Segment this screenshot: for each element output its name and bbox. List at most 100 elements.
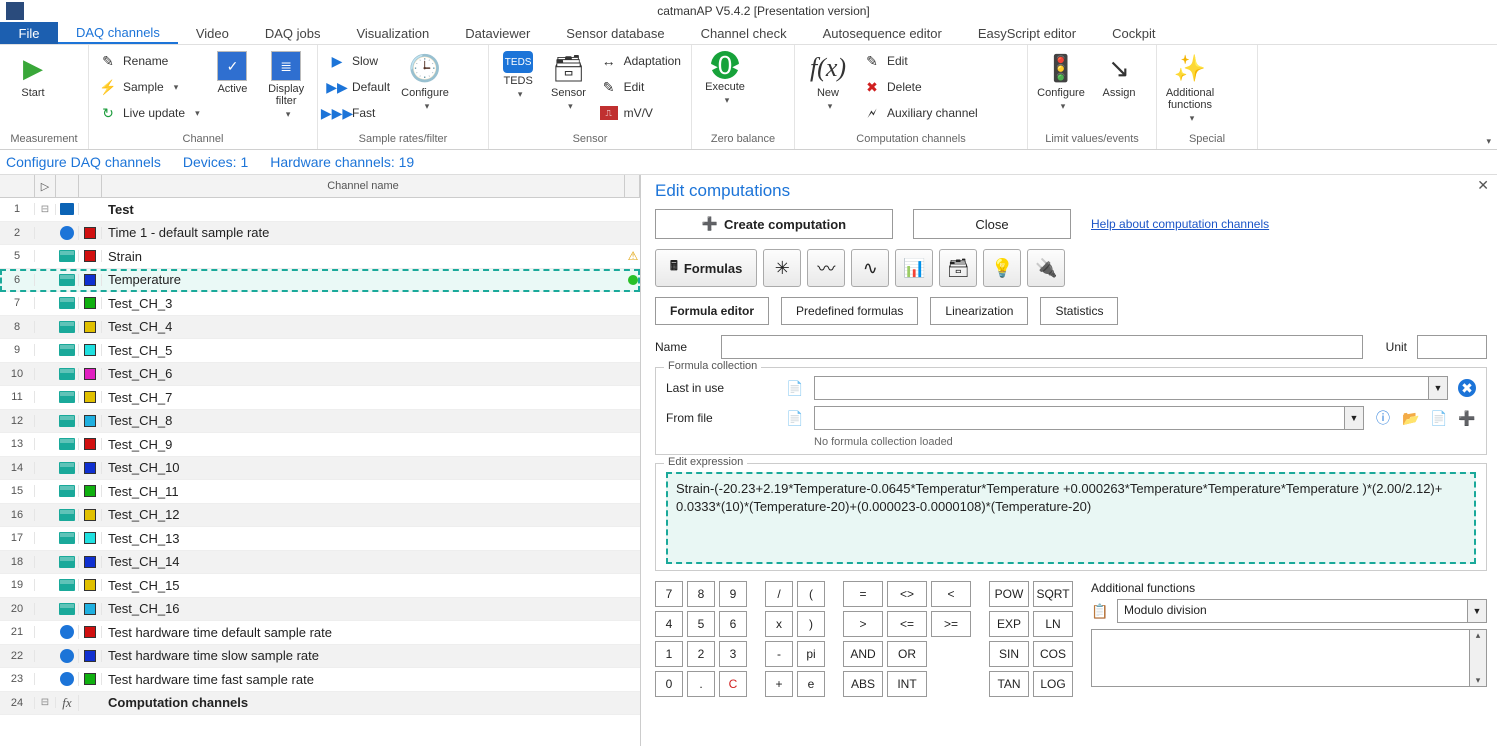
ribbon-collapse[interactable]: ▾ xyxy=(1486,136,1491,147)
cat-class[interactable]: 📊 xyxy=(895,249,933,287)
active-button[interactable]: ✓Active xyxy=(208,47,258,95)
live-update-button[interactable]: ↻Live update xyxy=(95,101,204,125)
tab-autosequence-editor[interactable]: Autosequence editor xyxy=(805,22,960,44)
channel-row[interactable]: 22Test hardware time slow sample rate xyxy=(0,645,640,669)
channel-row[interactable]: 8Test_CH_4 xyxy=(0,316,640,340)
tab-sensor-database[interactable]: Sensor database xyxy=(548,22,682,44)
key-e[interactable]: e xyxy=(797,671,825,697)
key-SIN[interactable]: SIN xyxy=(989,641,1029,667)
key-COS[interactable]: COS xyxy=(1033,641,1073,667)
comp-delete-button[interactable]: ✖Delete xyxy=(859,75,982,99)
channel-row[interactable]: 1⊟Test xyxy=(0,198,640,222)
key-x[interactable]: x xyxy=(765,611,793,637)
af-combo[interactable]: Modulo division▼ xyxy=(1117,599,1487,623)
key->=[interactable]: >= xyxy=(931,611,971,637)
key-INT[interactable]: INT xyxy=(887,671,927,697)
formulas-cat[interactable]: 🖩Formulas xyxy=(655,249,757,287)
channel-row[interactable]: 5Strain⚠ xyxy=(0,245,640,269)
doc-icon[interactable]: 📄 xyxy=(786,409,804,427)
configure-link[interactable]: Configure DAQ channels xyxy=(6,154,161,170)
sensor-button[interactable]: 🗃Sensor xyxy=(545,47,591,112)
rename-button[interactable]: ✎Rename xyxy=(95,49,204,73)
additional-functions[interactable]: ✨Additional functions xyxy=(1163,47,1217,124)
key-+[interactable]: + xyxy=(765,671,793,697)
close-icon[interactable]: ✕ xyxy=(1477,177,1489,194)
teds-button[interactable]: TEDSTEDS xyxy=(495,47,541,100)
doc-icon[interactable]: 📄 xyxy=(786,379,804,397)
channel-row[interactable]: 6Temperature xyxy=(0,269,640,293)
aux-channel-button[interactable]: 🗲Auxiliary channel xyxy=(859,101,982,125)
key-7[interactable]: 7 xyxy=(655,581,683,607)
tab-channel-check[interactable]: Channel check xyxy=(683,22,805,44)
key-<=[interactable]: <= xyxy=(887,611,927,637)
slow-rate[interactable]: ▶Slow xyxy=(324,49,394,73)
create-computation-button[interactable]: ➕Create computation xyxy=(655,209,893,239)
channel-row[interactable]: 13Test_CH_9 xyxy=(0,433,640,457)
key-0[interactable]: 0 xyxy=(655,671,683,697)
channel-row[interactable]: 24⊟fxComputation channels xyxy=(0,692,640,716)
channel-row[interactable]: 7Test_CH_3 xyxy=(0,292,640,316)
configure-rates[interactable]: 🕒Configure xyxy=(398,47,452,112)
new-comp-button[interactable]: f(x)New xyxy=(801,47,855,112)
channel-row[interactable]: 20Test_CH_16 xyxy=(0,598,640,622)
last-in-use-combo[interactable]: ▼ xyxy=(814,376,1448,400)
name-input[interactable] xyxy=(721,335,1363,359)
formula-tab-predefined-formulas[interactable]: Predefined formulas xyxy=(781,297,918,325)
col-channel-name[interactable]: Channel name xyxy=(102,175,625,197)
key-<[interactable]: < xyxy=(931,581,971,607)
scrollbar[interactable]: ▴▾ xyxy=(1469,630,1486,686)
expression-editor[interactable]: Strain-(-20.23+2.19*Temperature-0.0645*T… xyxy=(666,472,1476,564)
close-button[interactable]: Close xyxy=(913,209,1071,239)
help-link[interactable]: Help about computation channels xyxy=(1091,217,1269,231)
channel-row[interactable]: 23Test hardware time fast sample rate xyxy=(0,668,640,692)
formula-tab-statistics[interactable]: Statistics xyxy=(1040,297,1118,325)
display-filter-button[interactable]: ≣Display filter xyxy=(261,47,311,120)
key-2[interactable]: 2 xyxy=(687,641,715,667)
key-=[interactable]: = xyxy=(843,581,883,607)
sensor-edit-button[interactable]: ✎Edit xyxy=(596,75,685,99)
key-TAN[interactable]: TAN xyxy=(989,671,1029,697)
tab-daq-channels[interactable]: DAQ channels xyxy=(58,22,178,44)
tab-cockpit[interactable]: Cockpit xyxy=(1094,22,1173,44)
cat-tips[interactable]: 💡 xyxy=(983,249,1021,287)
key-AND[interactable]: AND xyxy=(843,641,883,667)
cat-sensor[interactable]: 🗃 xyxy=(939,249,977,287)
key-8[interactable]: 8 xyxy=(687,581,715,607)
key-9[interactable]: 9 xyxy=(719,581,747,607)
tab-dataviewer[interactable]: Dataviewer xyxy=(447,22,548,44)
default-rate[interactable]: ▶▶Default xyxy=(324,75,394,99)
remove-icon[interactable]: ✖ xyxy=(1458,379,1476,397)
cat-power[interactable]: 🔌 xyxy=(1027,249,1065,287)
open-icon[interactable]: 📂 xyxy=(1402,409,1420,427)
cat-cycle[interactable]: ∿ xyxy=(851,249,889,287)
channel-row[interactable]: 19Test_CH_15 xyxy=(0,574,640,598)
new-file-icon[interactable]: 📄 xyxy=(1430,409,1448,427)
key-6[interactable]: 6 xyxy=(719,611,747,637)
key-POW[interactable]: POW xyxy=(989,581,1029,607)
unit-input[interactable] xyxy=(1417,335,1487,359)
add-file-icon[interactable]: ➕ xyxy=(1458,409,1476,427)
key-4[interactable]: 4 xyxy=(655,611,683,637)
from-file-combo[interactable]: ▼ xyxy=(814,406,1364,430)
key-1[interactable]: 1 xyxy=(655,641,683,667)
file-menu[interactable]: File xyxy=(0,22,58,44)
expand-all[interactable]: ▷ xyxy=(35,175,56,197)
key-OR[interactable]: OR xyxy=(887,641,927,667)
fast-rate[interactable]: ▶▶▶Fast xyxy=(324,101,394,125)
key-EXP[interactable]: EXP xyxy=(989,611,1029,637)
cat-rosette[interactable]: ✳ xyxy=(763,249,801,287)
channel-row[interactable]: 17Test_CH_13 xyxy=(0,527,640,551)
channel-row[interactable]: 16Test_CH_12 xyxy=(0,504,640,528)
key-([interactable]: ( xyxy=(797,581,825,607)
key--[interactable]: - xyxy=(765,641,793,667)
key-/[interactable]: / xyxy=(765,581,793,607)
limits-assign[interactable]: ↘Assign xyxy=(1092,47,1146,99)
formula-tab-linearization[interactable]: Linearization xyxy=(930,297,1028,325)
tab-daq-jobs[interactable]: DAQ jobs xyxy=(247,22,339,44)
channel-row[interactable]: 12Test_CH_8 xyxy=(0,410,640,434)
channel-row[interactable]: 10Test_CH_6 xyxy=(0,363,640,387)
cat-filter[interactable]: 〰 xyxy=(807,249,845,287)
channel-row[interactable]: 21Test hardware time default sample rate xyxy=(0,621,640,645)
tab-easyscript-editor[interactable]: EasyScript editor xyxy=(960,22,1094,44)
key-)[interactable]: ) xyxy=(797,611,825,637)
